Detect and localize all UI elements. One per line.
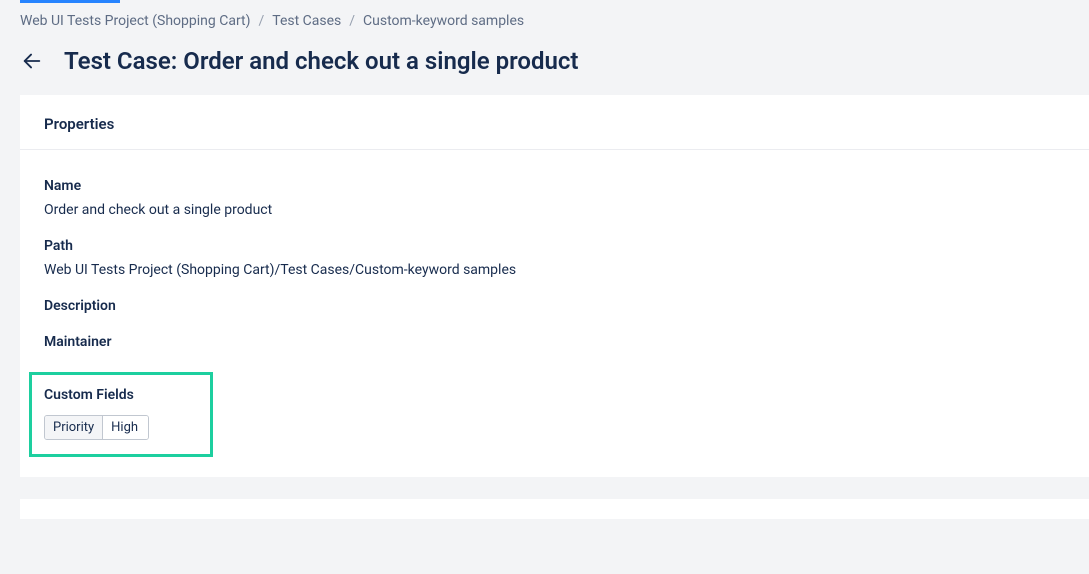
custom-field-value: High [103, 416, 148, 439]
breadcrumb-separator: / [259, 13, 265, 29]
custom-fields-highlight: Custom Fields Priority High [29, 372, 213, 457]
custom-field-key: Priority [45, 416, 103, 439]
next-section-card [20, 499, 1089, 519]
field-description-label: Description [44, 298, 1065, 314]
card-spacer [0, 477, 1089, 499]
field-custom-fields-label: Custom Fields [44, 387, 198, 403]
back-button[interactable] [20, 49, 44, 73]
breadcrumb-separator: / [349, 13, 355, 29]
field-description: Description [44, 298, 1065, 314]
breadcrumb-item-current[interactable]: Custom-keyword samples [363, 13, 524, 29]
header-area: Web UI Tests Project (Shopping Cart) / T… [0, 3, 1089, 95]
title-row: Test Case: Order and check out a single … [20, 47, 1069, 75]
field-path-value: Web UI Tests Project (Shopping Cart)/Tes… [44, 262, 1065, 278]
field-name: Name Order and check out a single produc… [44, 178, 1065, 218]
field-path: Path Web UI Tests Project (Shopping Cart… [44, 238, 1065, 278]
custom-field-chip[interactable]: Priority High [44, 415, 149, 440]
properties-card-header: Properties [20, 95, 1089, 150]
breadcrumb-item-testcases[interactable]: Test Cases [272, 13, 341, 29]
properties-card: Properties Name Order and check out a si… [20, 95, 1089, 477]
field-path-label: Path [44, 238, 1065, 254]
breadcrumb-item-project[interactable]: Web UI Tests Project (Shopping Cart) [20, 13, 251, 29]
properties-section-title: Properties [44, 115, 1065, 133]
page-title: Test Case: Order and check out a single … [64, 47, 579, 75]
properties-card-body: Name Order and check out a single produc… [20, 150, 1089, 477]
breadcrumb: Web UI Tests Project (Shopping Cart) / T… [20, 13, 1069, 29]
arrow-left-icon [21, 50, 43, 72]
field-name-label: Name [44, 178, 1065, 194]
field-maintainer: Maintainer [44, 334, 1065, 350]
field-maintainer-label: Maintainer [44, 334, 1065, 350]
field-name-value: Order and check out a single product [44, 202, 1065, 218]
